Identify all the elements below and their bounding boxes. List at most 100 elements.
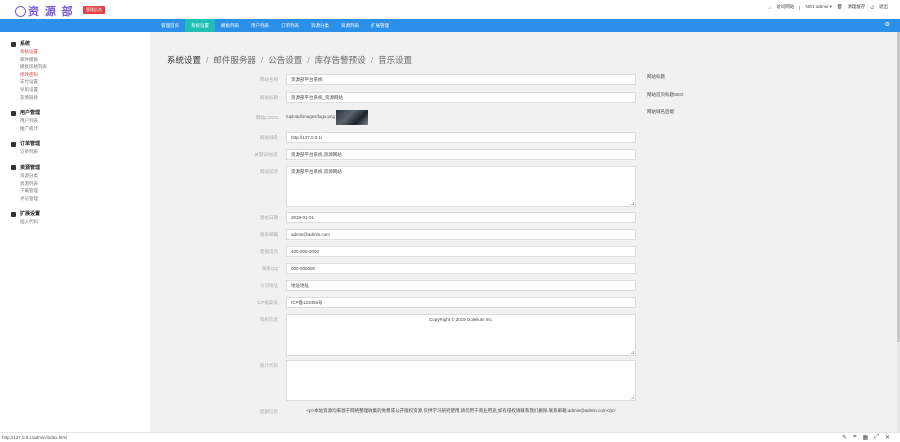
sidebar-group-title: 订单管理 (11, 140, 150, 148)
main-content: 系统设置 / 邮件服务器 / 公告设置 / 库存告警预设 / 音乐设置 网站名称 资源部平台系统… (150, 32, 900, 432)
sidebar-group-orders: 订单管理 订单列表 (0, 140, 150, 156)
site-title-input[interactable]: 资源部平台系统_资源网站 (286, 92, 636, 103)
sidebar-group-users: 用户管理 用户列表 推广统计 (0, 109, 150, 132)
field-label: 网站描述 (260, 169, 278, 174)
field-label: 底部信息 (260, 409, 278, 414)
icp-input[interactable]: ICP备123456号 (286, 297, 636, 308)
status-url: http://127.0.0.1/admin/index.html (2, 435, 68, 440)
logo-text: 资 源 部 (28, 5, 74, 18)
sidebar-group-label: 系统 (20, 41, 31, 47)
field-label: 网站LOGO (255, 115, 278, 120)
site-name-input[interactable]: 资源部平台系统 (286, 74, 636, 85)
tab-music[interactable]: 音乐设置 (378, 55, 412, 65)
field-label: 建站日期 (260, 215, 278, 220)
sidebar-group-title: 系统 (11, 40, 150, 48)
sidebar-item-navigation[interactable]: 导航设置 (11, 86, 150, 94)
sidebar-item-downloads[interactable]: 下载管理 (11, 187, 150, 195)
gear-icon (11, 41, 16, 47)
nav-item-home[interactable]: 管理首页 (155, 19, 185, 32)
sidebar-item-comments[interactable]: 评论管理 (11, 195, 150, 203)
status-tools: ✎ ⌗ ▦ ⤢ ✕ (842, 434, 890, 441)
field-label: 网站标题 (260, 95, 278, 100)
sidebar-item-payment[interactable]: 支付设置 (11, 78, 150, 86)
separator: / (260, 55, 264, 65)
site-domain-input[interactable]: http://127.0.0.1/ (286, 132, 636, 143)
sidebar-group-title: 用户管理 (11, 109, 150, 117)
sidebar-group-label: 扩展设置 (20, 211, 41, 218)
stats-code-textarea[interactable] (286, 360, 636, 401)
field-label: 网站域名 (260, 135, 278, 140)
field-label: 客服电话 (260, 249, 278, 254)
close-icon[interactable]: ✕ (885, 434, 890, 441)
nav-item-users[interactable]: 用户列表 (245, 19, 275, 32)
phone-input[interactable]: 400-000-0000 (286, 246, 636, 257)
resize-handle-icon[interactable] (631, 351, 634, 354)
sidebar: 系统 系统设置 邮件模板 模板风格列表 修改密码 支付设置 导航设置 友情链接 … (0, 32, 150, 432)
site-logo[interactable]: 资 源 部 (15, 3, 74, 19)
sidebar-item-resource-categories[interactable]: 资源分类 (11, 172, 150, 180)
sidebar-item-system-settings[interactable]: 系统设置 (11, 48, 150, 56)
field-label: 联系QQ (261, 266, 278, 271)
email-input[interactable]: admin@admin.com (286, 229, 636, 240)
field-label: 版权信息 (260, 317, 278, 322)
resource-icon (11, 165, 16, 171)
admin-badge: 管理后台 (83, 6, 105, 14)
sidebar-item-user-list[interactable]: 用户列表 (11, 117, 150, 125)
sidebar-group-system: 系统 系统设置 邮件模板 模板风格列表 修改密码 支付设置 导航设置 友情链接 (0, 40, 150, 101)
nav-item-system[interactable]: 系统设置 (185, 19, 215, 32)
breadcrumb: 系统设置 / 邮件服务器 / 公告设置 / 库存告警预设 / 音乐设置 (167, 54, 412, 66)
resize-handle-icon[interactable] (631, 396, 634, 399)
crop-icon[interactable]: ⌗ (853, 434, 856, 441)
address-input[interactable]: 地址地址 (286, 280, 636, 291)
home-icon: ⌂ (768, 4, 772, 10)
settings-icon[interactable]: ⚙ (885, 22, 890, 29)
logo-upload[interactable]: /upload/images/logo.png (286, 109, 636, 126)
logo-mark-icon (15, 5, 26, 17)
hint-site-seo: 网站首页标题SEO (647, 92, 684, 97)
visit-site-link[interactable]: 访问网站 (776, 4, 794, 10)
sidebar-group-label: 资源管理 (20, 164, 41, 171)
field-label: 公司地址 (260, 283, 278, 288)
nav-item-templates[interactable]: 模板列表 (215, 19, 245, 32)
top-header: 资 源 部 管理后台 ⌂ 访问网站 | NO1 admin ▾ 🗑 清理缓存 ⏻… (0, 0, 900, 19)
logout-link[interactable]: 退出 (879, 4, 888, 10)
build-date-input[interactable]: 2019-01-01 (286, 212, 636, 223)
tab-system-settings[interactable]: 系统设置 (167, 55, 201, 65)
field-label: 统计代码 (260, 363, 278, 368)
separator: / (206, 55, 209, 65)
separator: / (370, 55, 374, 65)
logo-path: /upload/images/logo.png (286, 114, 336, 119)
copyright-textarea[interactable]: CopyRight © 2019 Dolelium Inc. (286, 314, 636, 356)
nav-item-extensions[interactable]: 扩展管理 (365, 19, 395, 32)
sidebar-item-change-password[interactable]: 修改密码 (11, 71, 150, 79)
sidebar-item-mail-templates[interactable]: 邮件模板 (11, 56, 150, 64)
nav-item-resources[interactable]: 资源列表 (335, 19, 365, 32)
sidebar-item-template-styles[interactable]: 模板风格列表 (11, 63, 150, 71)
pen-icon[interactable]: ✎ (842, 434, 847, 441)
user-menu[interactable]: NO1 admin ▾ (805, 4, 831, 10)
status-bar: http://127.0.0.1/admin/index.html ✎ ⌗ ▦ … (0, 432, 900, 442)
fullscreen-icon[interactable]: ⤢ (874, 434, 879, 441)
sidebar-item-resource-list[interactable]: 资源列表 (11, 180, 150, 188)
hint-site-title: 网站标题 (647, 74, 665, 79)
clear-cache-link[interactable]: 清理缓存 (847, 4, 865, 10)
trash-icon: 🗑 (836, 4, 843, 9)
nav-item-orders[interactable]: 订单列表 (275, 19, 305, 32)
sidebar-group-resources: 资源管理 资源分类 资源列表 下载管理 评论管理 (0, 164, 150, 202)
keywords-input[interactable]: 资源部平台系统,资源网站 (286, 149, 636, 160)
tab-announcement[interactable]: 公告设置 (268, 55, 302, 65)
hint-domain: 网站域名后缀 (647, 109, 674, 114)
logo-preview-image (336, 110, 368, 125)
tab-stock-alert[interactable]: 库存告警预设 (315, 55, 366, 65)
grid-icon[interactable]: ▦ (862, 434, 868, 441)
nav-item-categories[interactable]: 资源分类 (305, 19, 335, 32)
description-textarea[interactable]: 资源部平台系统,资源网站 (286, 166, 636, 207)
sidebar-item-insert-code[interactable]: 插入代码 (11, 218, 150, 226)
field-label: 联系邮箱 (260, 232, 278, 237)
resize-handle-icon[interactable] (631, 202, 634, 205)
qq-input[interactable]: 000-000000 (286, 263, 636, 274)
tab-mail-server[interactable]: 邮件服务器 (213, 55, 256, 65)
sidebar-item-promotion[interactable]: 推广统计 (11, 125, 150, 133)
sidebar-item-order-list[interactable]: 订单列表 (11, 148, 150, 156)
sidebar-item-friend-links[interactable]: 友情链接 (11, 94, 150, 102)
